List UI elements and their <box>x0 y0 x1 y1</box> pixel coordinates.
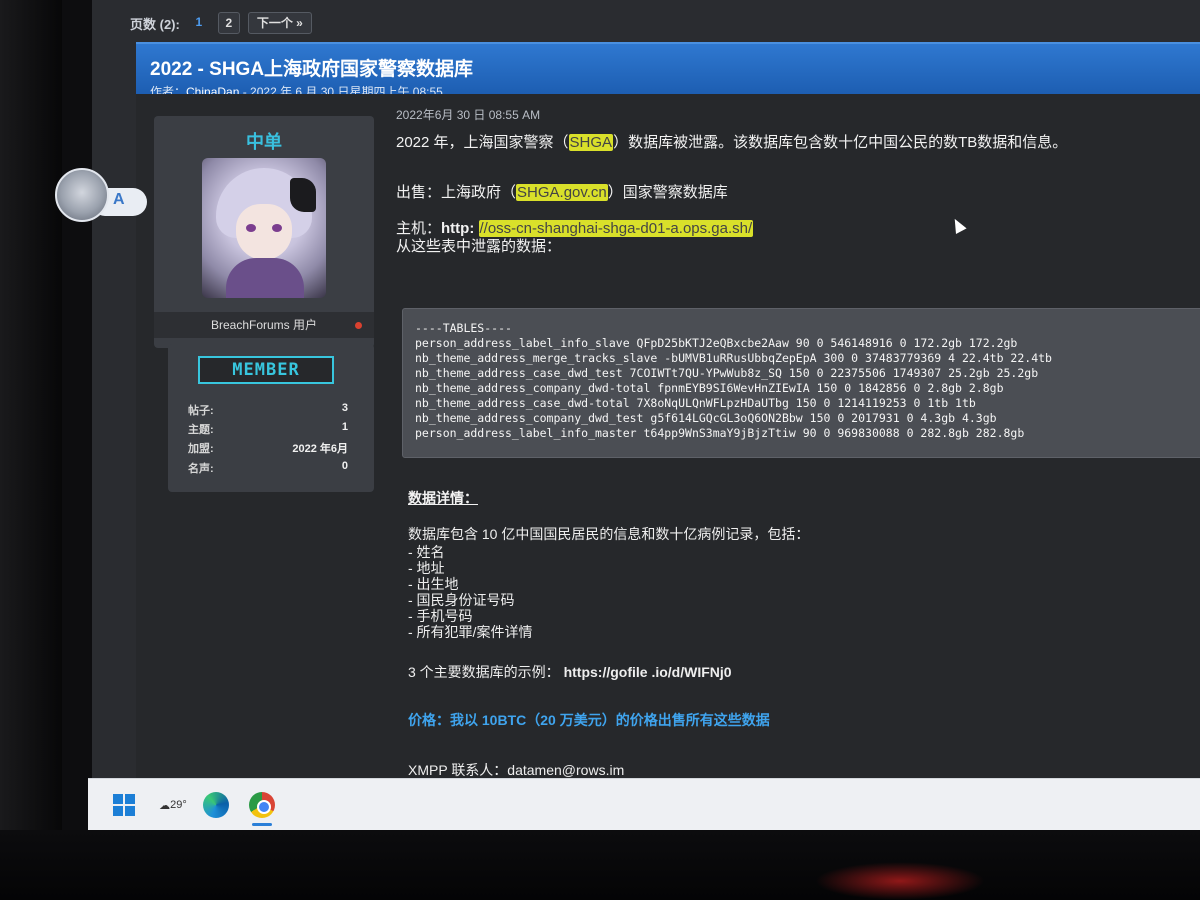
stat-label: 帖子: <box>188 405 214 417</box>
leak-line: 从这些表中泄露的数据： <box>396 238 562 255</box>
tables-code-block: ----TABLES---- person_address_label_info… <box>402 308 1200 458</box>
keyboard-backlight <box>815 862 985 900</box>
highlight-domain: SHGA.gov.cn <box>516 184 608 201</box>
pagination: 页数 (2): 1 2 下一个 » <box>130 12 312 34</box>
sample-line: 3 个主要数据库的示例： https://gofile .io/d/WIFNj0 <box>408 662 1198 682</box>
stat-posts: 帖子: 3 <box>188 402 348 420</box>
post-body: 2022年6月 30 日 08:55 AM 2022 年，上海国家警察（SHGA… <box>396 106 1200 778</box>
sale-text: ）国家警察数据库 <box>607 184 728 201</box>
browser-viewport: 页数 (2): 1 2 下一个 » 2022 - SHGA上海政府国家警察数据库… <box>92 0 1200 780</box>
sample-link[interactable]: https://gofile .io/d/WIFNj0 <box>564 664 732 680</box>
post-intro: 2022 年，上海国家警察（SHGA）数据库被泄露。该数据库包含数十亿中国公民的… <box>396 131 1200 152</box>
sale-line: 出售：上海政府（SHGA.gov.cn）国家警察数据库 <box>396 181 728 202</box>
taskbar: ☁ 29° <box>88 778 1200 830</box>
stat-label: 名声: <box>188 463 214 475</box>
edge-browser-icon[interactable] <box>200 789 232 821</box>
user-card: 中单 BreachForums 用户 <box>154 116 374 348</box>
floating-chat-widget[interactable]: A <box>55 168 147 222</box>
list-item: - 地址 <box>408 560 445 576</box>
avatar-body <box>226 258 304 298</box>
avatar-bow <box>290 178 316 212</box>
details-section: 数据详情： 数据库包含 10 亿中国国民居民的信息和数十亿病例记录，包括： - … <box>408 488 1198 780</box>
weather-temp: 29° <box>170 799 187 811</box>
chat-avatar-icon <box>55 168 109 222</box>
field-list: - 姓名 - 地址 - 出生地 - 国民身份证号码 - 手机号码 - 所有犯罪/… <box>408 544 1198 640</box>
stat-value: 0 <box>341 460 348 472</box>
stat-reputation: 名声: 0 <box>188 460 348 478</box>
next-page-button[interactable]: 下一个 » <box>247 12 312 34</box>
stat-label: 加盟: <box>188 443 214 455</box>
stat-label: 主题: <box>188 424 214 436</box>
avatar-eye <box>272 224 282 232</box>
monitor-bezel-left <box>0 0 62 900</box>
windows-start-icon[interactable] <box>108 789 140 821</box>
avatar[interactable] <box>202 158 326 298</box>
thread-header: 2022 - SHGA上海政府国家警察数据库 作者：ChinaDan - 202… <box>136 42 1200 99</box>
post-container: 中单 BreachForums 用户 MEMBER 帖子: 3 主题: 1 加盟… <box>136 94 1200 780</box>
price-line: 价格：我以 10BTC（20 万美元）的价格出售所有这些数据 <box>408 712 770 728</box>
user-stats: MEMBER 帖子: 3 主题: 1 加盟: 2022 年6月 名声: 0 <box>168 344 374 492</box>
stat-value: 1 <box>341 421 348 433</box>
member-badge: MEMBER <box>198 356 334 384</box>
weather-cloud-icon: ☁ <box>159 799 171 812</box>
stat-value: 3 <box>341 402 348 414</box>
page-1-link[interactable]: 1 <box>188 12 210 34</box>
list-item: - 姓名 <box>408 544 445 560</box>
list-item: - 所有犯罪/案件详情 <box>408 624 533 640</box>
list-item: - 手机号码 <box>408 608 473 624</box>
user-role: BreachForums 用户 <box>154 312 374 338</box>
stat-joined: 加盟: 2022 年6月 <box>188 440 348 458</box>
avatar-eye <box>246 224 256 232</box>
highlight-shga: SHGA <box>568 134 614 151</box>
xmpp-contact: XMPP 联系人：datamen@rows.im <box>408 762 625 778</box>
pagination-label: 页数 (2): <box>130 16 180 32</box>
intro-text: 2022 年，上海国家警察（ <box>396 134 569 151</box>
intro-text: ）数据库被泄露。该数据库包含数十亿中国公民的数TB数据和信息。 <box>613 134 1068 151</box>
avatar-face <box>236 204 292 260</box>
page-2-link[interactable]: 2 <box>217 12 240 34</box>
list-item: - 出生地 <box>408 576 459 592</box>
active-app-indicator <box>252 823 272 826</box>
sample-label: 3 个主要数据库的示例： <box>408 664 560 680</box>
chat-letter: A <box>113 191 125 208</box>
list-item: - 国民身份证号码 <box>408 592 515 608</box>
stat-value: 2022 年6月 <box>292 443 348 455</box>
details-intro: 数据库包含 10 亿中国国民居民的信息和数十亿病例记录，包括： <box>408 526 810 542</box>
thread-title: 2022 - SHGA上海政府国家警察数据库 <box>150 59 474 80</box>
weather-widget[interactable]: ☁ 29° <box>148 789 198 821</box>
monitor-bezel-bottom <box>0 830 1200 900</box>
details-title: 数据详情： <box>408 490 478 506</box>
post-date: 2022年6月 30 日 08:55 AM <box>396 108 541 122</box>
username[interactable]: 中单 <box>154 116 374 154</box>
sale-text: 出售：上海政府（ <box>396 184 517 201</box>
user-role-label: BreachForums 用户 <box>210 318 318 332</box>
offline-status-icon <box>355 322 362 329</box>
stat-threads: 主题: 1 <box>188 421 348 439</box>
chrome-browser-icon[interactable] <box>246 789 278 821</box>
